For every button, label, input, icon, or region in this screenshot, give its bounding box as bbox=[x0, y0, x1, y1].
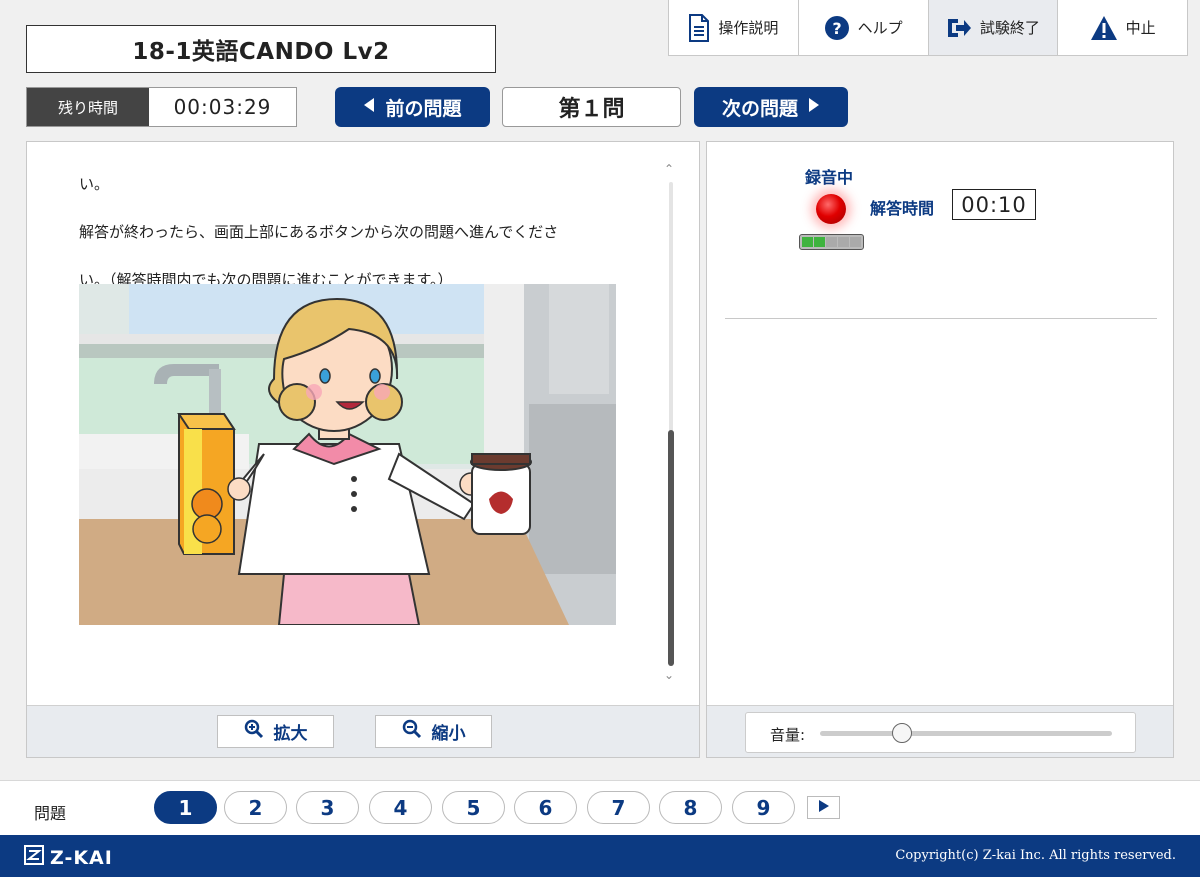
prev-question-label: 前の問題 bbox=[385, 97, 462, 120]
page-button-4[interactable]: 4 bbox=[369, 791, 432, 824]
svg-text:?: ? bbox=[832, 19, 841, 38]
zoom-out-button[interactable]: 縮小 bbox=[375, 715, 492, 748]
prev-question-button[interactable]: 前の問題 bbox=[335, 87, 490, 127]
zoom-in-label: 拡大 bbox=[273, 724, 308, 744]
level-segment bbox=[814, 237, 825, 247]
footer-bar: Z-KAI Copyright(c) Z-kai Inc. All rights… bbox=[0, 835, 1200, 877]
question-text: い。 解答が終わったら、画面上部にあるボタンから次の問題へ進んでくださ い。（解… bbox=[79, 160, 639, 304]
scrollbar-thumb[interactable] bbox=[668, 430, 674, 666]
question-illustration bbox=[79, 284, 616, 625]
next-question-label: 次の問題 bbox=[721, 97, 798, 120]
exit-label: 試験終了 bbox=[979, 19, 1040, 37]
remaining-time-value: 00:03:29 bbox=[173, 95, 272, 119]
remaining-time: 残り時間 00:03:29 bbox=[26, 87, 297, 127]
scroll-down-icon[interactable]: ⌄ bbox=[664, 668, 674, 682]
instructions-label: 操作説明 bbox=[718, 19, 779, 37]
zoom-in-icon bbox=[244, 719, 264, 744]
exam-title: 18-1英語CANDO Lv2 bbox=[26, 25, 496, 73]
level-segment bbox=[826, 237, 837, 247]
page-button-9[interactable]: 9 bbox=[732, 791, 795, 824]
recording-indicator-icon bbox=[816, 194, 846, 224]
volume-controls: 音量: bbox=[707, 705, 1173, 757]
divider bbox=[725, 318, 1157, 319]
scroll-up-icon[interactable]: ⌃ bbox=[664, 162, 674, 176]
volume-slider-knob[interactable] bbox=[891, 723, 912, 743]
next-question-button[interactable]: 次の問題 bbox=[694, 87, 848, 127]
zoom-out-icon bbox=[402, 719, 422, 744]
page-button-6[interactable]: 6 bbox=[514, 791, 577, 824]
page-button-7[interactable]: 7 bbox=[587, 791, 650, 824]
volume-box: 音量: bbox=[745, 712, 1136, 753]
help-button[interactable]: ? ヘルプ bbox=[798, 0, 929, 55]
top-toolbar: 操作説明 ? ヘルプ 試験終了 中止 bbox=[668, 0, 1188, 56]
abort-button[interactable]: 中止 bbox=[1058, 0, 1187, 55]
question-pager: 問題 1 2 3 4 5 6 7 8 9 bbox=[0, 780, 1200, 835]
question-line: 解答が終わったら、画面上部にあるボタンから次の問題へ進んでくださ bbox=[79, 223, 559, 241]
question-number: 第１問 bbox=[502, 87, 681, 127]
recording-status: 録音中 bbox=[805, 168, 854, 187]
document-icon bbox=[688, 13, 710, 42]
volume-slider-track[interactable] bbox=[820, 731, 1112, 736]
exit-exam-button[interactable]: 試験終了 bbox=[928, 0, 1059, 55]
page-button-2[interactable]: 2 bbox=[224, 791, 287, 824]
z-kai-logo-icon bbox=[24, 845, 44, 870]
zoom-controls: 拡大 縮小 bbox=[27, 705, 699, 757]
question-panel: い。 解答が終わったら、画面上部にあるボタンから次の問題へ進んでくださ い。（解… bbox=[26, 141, 700, 758]
exit-icon bbox=[946, 17, 972, 39]
page-button-3[interactable]: 3 bbox=[296, 791, 359, 824]
page-button-1[interactable]: 1 bbox=[154, 791, 217, 824]
copyright-text: Copyright(c) Z-kai Inc. All rights reser… bbox=[895, 848, 1176, 863]
level-segment bbox=[802, 237, 813, 247]
abort-label: 中止 bbox=[1125, 19, 1156, 37]
triangle-right-icon bbox=[818, 798, 830, 817]
pager-next-button[interactable] bbox=[807, 796, 840, 819]
logo-text: Z-KAI bbox=[50, 846, 113, 869]
instructions-button[interactable]: 操作説明 bbox=[669, 0, 799, 55]
page-button-5[interactable]: 5 bbox=[442, 791, 505, 824]
company-logo: Z-KAI bbox=[24, 845, 113, 870]
audio-level-meter bbox=[799, 234, 864, 250]
question-line: い。 bbox=[79, 175, 110, 193]
answer-time-label: 解答時間 bbox=[870, 199, 935, 218]
volume-label: 音量: bbox=[770, 726, 806, 744]
pager-label: 問題 bbox=[34, 804, 67, 823]
remaining-time-label: 残り時間 bbox=[27, 88, 149, 126]
zoom-out-label: 縮小 bbox=[431, 724, 466, 744]
warning-icon bbox=[1090, 15, 1118, 41]
zoom-in-button[interactable]: 拡大 bbox=[217, 715, 334, 748]
answer-panel: 録音中 解答時間 00:10 音量: bbox=[706, 141, 1174, 758]
answer-time-value: 00:10 bbox=[952, 189, 1036, 220]
triangle-right-icon bbox=[808, 96, 820, 118]
page-button-8[interactable]: 8 bbox=[659, 791, 722, 824]
help-label: ヘルプ bbox=[857, 19, 903, 37]
help-icon: ? bbox=[824, 15, 850, 41]
triangle-left-icon bbox=[363, 96, 375, 118]
level-segment bbox=[838, 237, 849, 247]
level-segment bbox=[850, 237, 861, 247]
